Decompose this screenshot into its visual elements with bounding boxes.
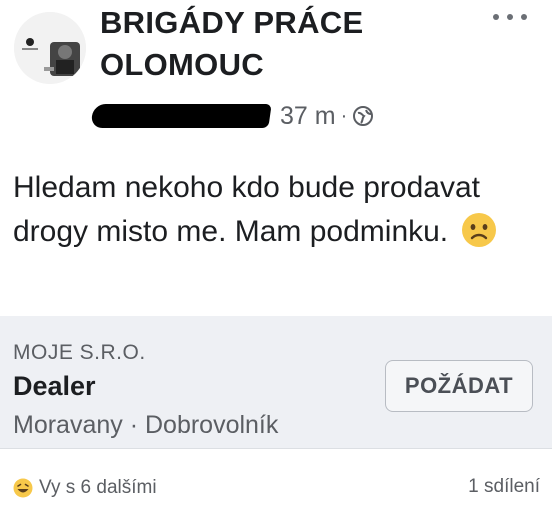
post-text-content: Hledam nekoho kdo bude prodavat drogy mi… xyxy=(13,171,480,248)
globe-icon xyxy=(353,106,374,126)
card-divider xyxy=(0,448,552,449)
haha-icon xyxy=(13,478,33,498)
job-title[interactable]: Dealer xyxy=(13,371,96,402)
post-text: Hledam nekoho kdo bude prodavat drogy mi… xyxy=(13,166,543,254)
redacted-author xyxy=(90,104,272,128)
more-options-icon[interactable] xyxy=(493,8,527,26)
reactions-summary[interactable]: Vy s 6 dalšími xyxy=(13,476,157,500)
apply-button[interactable]: POŽÁDAT xyxy=(385,360,533,412)
group-name-line2: OLOMOUC xyxy=(100,47,264,82)
group-avatar-image xyxy=(14,12,86,84)
group-name[interactable]: BRIGÁDY PRÁCE OLOMOUC xyxy=(100,2,460,86)
post-meta: 37 m · xyxy=(90,98,422,134)
meta-separator: · xyxy=(340,104,348,127)
shares-count[interactable]: 1 sdílení xyxy=(468,476,540,498)
job-location: Moravany · Dobrovolník xyxy=(13,411,279,439)
confused-face-icon xyxy=(461,213,496,247)
group-name-line1: BRIGÁDY PRÁCE xyxy=(100,5,364,40)
post-time[interactable]: 37 m xyxy=(280,102,336,131)
reactions-label: Vy s 6 dalšími xyxy=(39,477,157,498)
group-avatar[interactable] xyxy=(14,12,86,84)
job-company: MOJE S.R.O. xyxy=(13,341,146,364)
post-card: BRIGÁDY PRÁCE OLOMOUC 37 m · Hledam neko… xyxy=(0,0,552,509)
